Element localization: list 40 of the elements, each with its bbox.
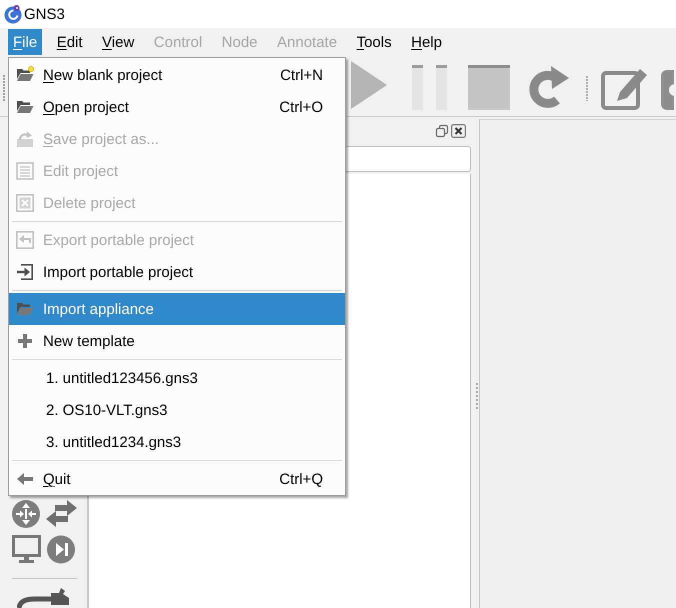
close-icon[interactable]: [451, 124, 466, 138]
import-icon: [16, 263, 34, 281]
tray-arrow-icon: [16, 130, 34, 148]
keyboard-shortcut: Ctrl+N: [280, 66, 324, 84]
menu-item[interactable]: Quit: [9, 463, 79, 495]
menu-item[interactable]: Import appliance: [9, 293, 345, 325]
menu-item[interactable]: New blank project: [9, 59, 170, 91]
export-icon: [16, 231, 34, 249]
partial-toolbar-icon[interactable]: [661, 70, 674, 110]
menu-bar-item[interactable]: Edit: [52, 29, 88, 55]
skip-circle-icon[interactable]: [47, 535, 75, 564]
keyboard-shortcut: Ctrl+Q: [279, 470, 324, 488]
arrow-left-icon: [16, 470, 34, 488]
menu-item[interactable]: 3. untitled1234.gns3: [9, 426, 190, 458]
new-folder-icon: [16, 66, 34, 84]
logo-icon: [4, 4, 22, 24]
menu-bar-item[interactable]: File: [8, 29, 42, 55]
menu-item[interactable]: New template: [9, 325, 143, 357]
x-box-icon: [16, 194, 34, 212]
router-icon[interactable]: [12, 500, 40, 528]
menu-bar-item[interactable]: Tools: [352, 29, 397, 55]
monitor-icon[interactable]: [12, 535, 41, 564]
pause-icon[interactable]: [412, 65, 447, 110]
cable-icon[interactable]: [17, 588, 70, 608]
restore-icon[interactable]: [435, 124, 449, 138]
play-icon[interactable]: [351, 61, 387, 109]
plus-icon: [16, 332, 34, 350]
folder-icon: [16, 98, 34, 116]
menu-item[interactable]: 1. untitled123456.gns3: [9, 362, 206, 394]
list-icon: [16, 162, 34, 180]
keyboard-shortcut: Ctrl+O: [279, 98, 324, 116]
switch-arrows-icon[interactable]: [46, 500, 77, 527]
folder-icon: [16, 300, 34, 318]
window-title: GNS3: [24, 6, 65, 22]
stop-icon[interactable]: [468, 65, 510, 110]
menu-bar-item[interactable]: View: [97, 29, 140, 55]
menu-item[interactable]: 2. OS10-VLT.gns3: [9, 394, 176, 426]
menu-item[interactable]: Import portable project: [9, 256, 202, 288]
menu-bar-item[interactable]: Help: [406, 29, 447, 55]
menu-item[interactable]: Open project: [9, 91, 137, 123]
